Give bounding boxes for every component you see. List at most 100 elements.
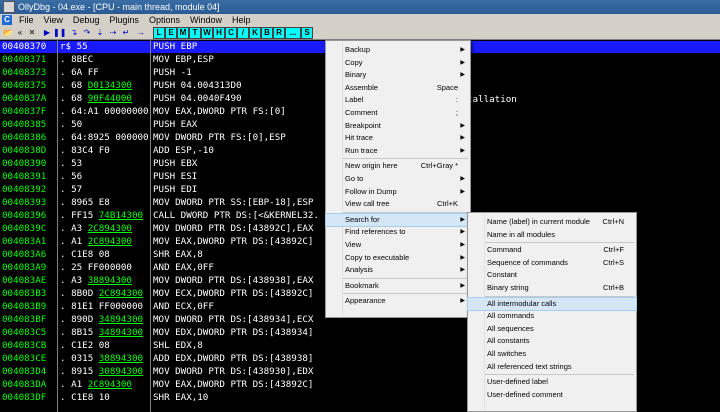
- handles-window-button[interactable]: H: [213, 27, 225, 39]
- row-address: 00408393: [2, 197, 47, 208]
- open-icon[interactable]: 📂: [3, 27, 13, 38]
- menu-item-label: Sequence of commands: [487, 257, 568, 267]
- context-menu-item-view-call-tree[interactable]: View call tree Ctrl+K: [326, 198, 470, 210]
- context-menu-item-bookmark[interactable]: Bookmark ▶: [326, 280, 470, 292]
- context-menu-item-backup[interactable]: Backup ▶: [326, 44, 470, 56]
- trace-over-icon[interactable]: ⇢: [107, 27, 119, 38]
- search-submenu-item-name-in-all-modules[interactable]: Name in all modules: [468, 229, 636, 241]
- search-submenu-item-all-intermodular-calls[interactable]: All intermodular calls: [467, 296, 637, 311]
- menu-item-shortcut: Ctrl+K: [436, 199, 458, 209]
- row-address: 0040837A: [2, 93, 47, 104]
- goto-icon[interactable]: →: [135, 27, 147, 38]
- row-flow-mark: r$: [60, 41, 72, 52]
- row-hex-bytes: 8B15: [71, 327, 99, 338]
- menu-help[interactable]: Help: [232, 15, 251, 25]
- row-instruction: PUSH EBP: [153, 41, 198, 52]
- close-icon[interactable]: ✕: [27, 27, 37, 38]
- cpu-window-icon[interactable]: C: [2, 15, 12, 25]
- step-into-icon[interactable]: ↴: [68, 27, 80, 38]
- search-submenu-item-all-constants[interactable]: All constants: [468, 335, 636, 347]
- menu-view[interactable]: View: [44, 15, 63, 25]
- menu-item-label: Assemble: [345, 82, 378, 92]
- row-hex-bytes: 56: [71, 171, 83, 182]
- toolbar: 📂 « ✕ ▶ ❚❚ ↴ ↷ ⇣ ⇢ ↵ → L E M T W H C / K…: [0, 26, 720, 40]
- submenu-arrow-icon: ▶: [460, 298, 465, 305]
- menu-file[interactable]: File: [19, 15, 34, 25]
- context-menu-item-assemble[interactable]: Assemble Space: [326, 82, 470, 94]
- search-submenu-item-user-defined-comment[interactable]: User-defined comment: [468, 389, 636, 401]
- run-icon[interactable]: ▶: [42, 27, 52, 38]
- menu-item-label: All switches: [487, 349, 527, 358]
- search-submenu-item-binary-string[interactable]: Binary string Ctrl+B: [468, 282, 636, 294]
- pause-icon[interactable]: ❚❚: [53, 27, 66, 38]
- column-divider[interactable]: [57, 40, 58, 412]
- breakpoints-window-button[interactable]: B: [261, 27, 273, 39]
- references-window-button[interactable]: R: [273, 27, 285, 39]
- context-menu-item-hit-trace[interactable]: Hit trace ▶: [326, 132, 470, 144]
- row-hex-address-operand: 74B14300: [98, 210, 144, 221]
- row-instruction: MOV EAX,DWORD PTR DS:[43892C]: [153, 236, 314, 247]
- context-menu-item-search-for[interactable]: Search for ▶: [325, 212, 471, 227]
- trace-into-icon[interactable]: ⇣: [94, 27, 106, 38]
- row-hex-bytes: C1E2 08: [71, 340, 110, 351]
- context-menu-item-comment[interactable]: Comment;: [326, 107, 470, 119]
- menu-item-shortcut: Ctrl+B: [602, 283, 624, 292]
- search-submenu-item-name-label-in-current-module[interactable]: Name (label) in current module Ctrl+N: [468, 216, 636, 228]
- context-menu-item-copy-to-executable[interactable]: Copy to executable ▶: [326, 252, 470, 264]
- row-hex-address-operand: 2C894300: [87, 223, 132, 234]
- row-address: 004083CB: [2, 340, 47, 351]
- context-menu-item-appearance[interactable]: Appearance ▶: [326, 295, 470, 307]
- search-submenu-item-all-commands[interactable]: All commands: [468, 310, 636, 322]
- search-submenu-item-constant[interactable]: Constant: [468, 269, 636, 281]
- menu-debug[interactable]: Debug: [73, 15, 100, 25]
- row-hex-dump: . C1E2 08: [60, 340, 148, 352]
- menu-plugins[interactable]: Plugins: [109, 15, 139, 25]
- run-trace-window-button[interactable]: ...: [285, 27, 301, 39]
- context-menu-item-run-trace[interactable]: Run trace ▶: [326, 145, 470, 157]
- menu-window[interactable]: Window: [190, 15, 222, 25]
- search-submenu-item-all-referenced-text-strings[interactable]: All referenced text strings: [468, 361, 636, 373]
- context-menu-item-copy[interactable]: Copy ▶: [326, 57, 470, 69]
- row-hex-address-operand: 30894300: [98, 366, 144, 377]
- row-hex-dump: . A3 38894300: [60, 275, 148, 287]
- submenu-arrow-icon: ▶: [460, 176, 465, 182]
- modules-window-button[interactable]: E: [165, 27, 177, 39]
- menu-item-shortcut: Ctrl+Gray *: [420, 161, 458, 171]
- context-menu-item-label[interactable]: Label:: [326, 94, 470, 106]
- context-menu-item-breakpoint[interactable]: Breakpoint ▶: [326, 120, 470, 132]
- menu-item-shortcut: ;: [455, 108, 458, 117]
- threads-window-button[interactable]: T: [189, 27, 201, 39]
- context-menu-item-go-to[interactable]: Go to ▶: [326, 173, 470, 185]
- cpu-window-button[interactable]: C: [225, 27, 237, 39]
- search-submenu-item-all-sequences[interactable]: All sequences: [468, 323, 636, 335]
- context-menu-item-follow-in-dump[interactable]: Follow in Dump ▶: [326, 186, 470, 198]
- context-menu-item-analysis[interactable]: Analysis ▶: [326, 264, 470, 276]
- context-menu-item-view[interactable]: View ▶: [326, 239, 470, 251]
- context-menu-item-new-origin-here[interactable]: New origin here Ctrl+Gray *: [326, 160, 470, 172]
- menu-item-label: View: [345, 240, 362, 249]
- row-hex-bytes: FF15: [71, 210, 99, 221]
- source-window-button[interactable]: S: [301, 27, 313, 39]
- memory-window-button[interactable]: M: [177, 27, 189, 39]
- column-divider[interactable]: [150, 40, 151, 412]
- menu-options[interactable]: Options: [149, 15, 180, 25]
- row-address: 0040838D: [2, 145, 47, 156]
- windows-window-button[interactable]: W: [201, 27, 213, 39]
- call-stack-window-button[interactable]: K: [249, 27, 261, 39]
- row-address: 00408390: [2, 158, 47, 169]
- row-hex-dump: . 64:A1 00000000: [60, 106, 148, 118]
- search-submenu-item-command[interactable]: Command Ctrl+F: [468, 244, 636, 256]
- log-window-button[interactable]: L: [153, 27, 165, 39]
- search-submenu-item-all-switches[interactable]: All switches: [468, 348, 636, 360]
- row-hex-bytes: A1: [71, 236, 88, 247]
- context-menu-item-find-references-to[interactable]: Find references to ▶: [326, 226, 470, 238]
- context-menu-item-binary[interactable]: Binary ▶: [326, 69, 470, 81]
- step-over-icon[interactable]: ↷: [81, 27, 93, 38]
- execute-till-return-icon[interactable]: ↵: [120, 27, 132, 38]
- restart-icon[interactable]: «: [15, 27, 25, 38]
- submenu-arrow-icon: ▶: [460, 135, 465, 142]
- search-submenu-item-user-defined-label[interactable]: User-defined label: [468, 376, 636, 388]
- patches-window-button[interactable]: /: [237, 27, 249, 39]
- row-address: 00408375: [2, 80, 47, 91]
- search-submenu-item-sequence-of-commands[interactable]: Sequence of commands Ctrl+S: [468, 257, 636, 269]
